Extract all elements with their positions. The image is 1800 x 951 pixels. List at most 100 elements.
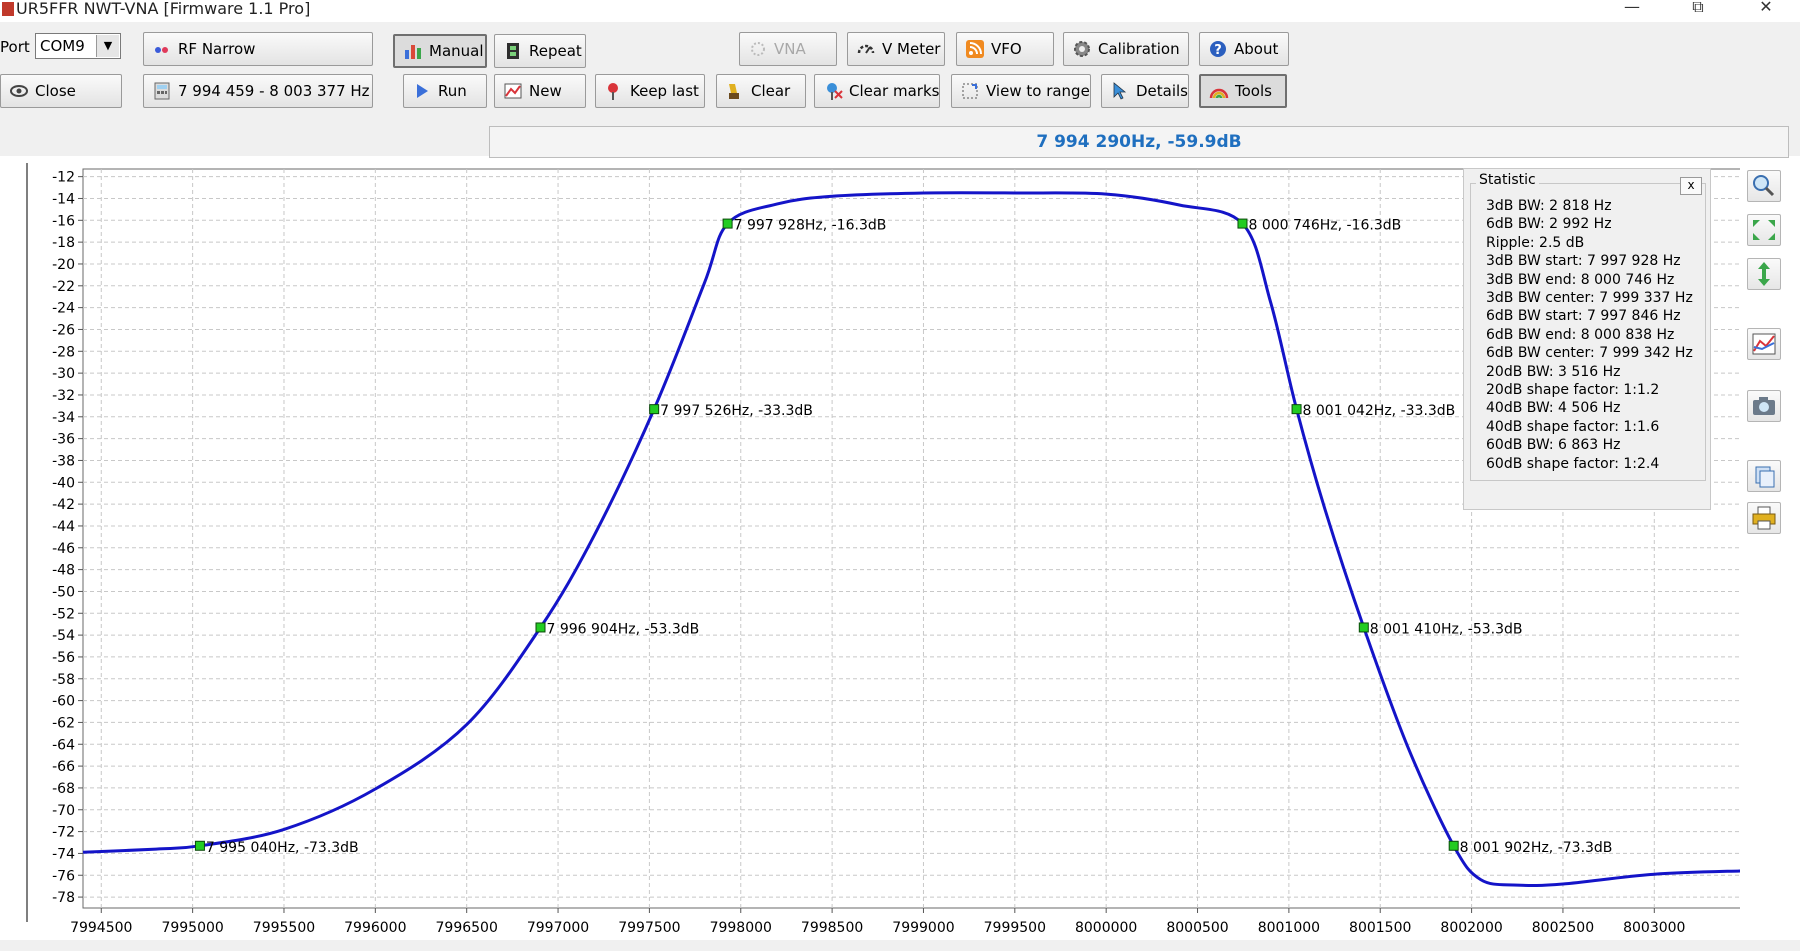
zoom-button[interactable] [1747, 170, 1781, 202]
x-tick-label: 7996500 [436, 920, 498, 936]
cursor-details-icon [1110, 81, 1130, 101]
repeat-button[interactable]: Repeat [494, 34, 586, 68]
y-tick-label: -58 [52, 672, 75, 688]
run-button[interactable]: Run [403, 74, 487, 108]
y-tick-label: -38 [52, 453, 75, 469]
y-tick-label: -18 [52, 235, 75, 251]
y-tick-label: -32 [52, 388, 75, 404]
calibration-button[interactable]: Calibration [1063, 32, 1189, 66]
camera-icon [1753, 397, 1775, 415]
new-button[interactable]: New [494, 74, 586, 108]
marker-point[interactable] [194, 840, 205, 851]
x-tick-label: 7997500 [618, 920, 680, 936]
manual-button[interactable]: Manual [393, 34, 487, 68]
minimize-button[interactable]: — [1612, 0, 1652, 20]
print-button[interactable] [1747, 502, 1781, 534]
x-tick-label: 7995000 [161, 920, 223, 936]
fit-button[interactable] [1747, 214, 1781, 246]
y-tick-label: -28 [52, 344, 75, 360]
zoom-icon [1753, 175, 1775, 197]
vna-icon [748, 39, 768, 59]
rf-mode-button[interactable]: RF Narrow [143, 32, 373, 66]
x-tick-label: 7999000 [892, 920, 954, 936]
svg-text:?: ? [1214, 43, 1222, 58]
manual-label: Manual [429, 42, 484, 60]
vna-button[interactable]: VNA [739, 32, 837, 66]
x-tick-label: 7994500 [70, 920, 132, 936]
marker-point[interactable] [649, 404, 660, 415]
title-bar: UR5FFR NWT-VNA [Firmware 1.1 Pro] — ⧉ ✕ [0, 0, 1800, 22]
close-port-button[interactable]: Close [0, 74, 122, 108]
y-tick-label: -50 [52, 584, 75, 600]
statistic-line: 60dB shape factor: 1:2.4 [1486, 455, 1660, 472]
marker-point[interactable] [1358, 622, 1369, 633]
statistic-line: 6dB BW start: 7 997 846 Hz [1486, 308, 1681, 325]
view-to-range-button[interactable]: View to range [951, 74, 1091, 108]
clear-button[interactable]: Clear [716, 74, 806, 108]
vmeter-label: V Meter [882, 40, 941, 58]
y-tick-label: -62 [52, 715, 75, 731]
x-tick-label: 8002500 [1532, 920, 1594, 936]
marker-point[interactable] [1291, 404, 1302, 415]
view-to-range-label: View to range [986, 82, 1090, 100]
y-tick-label: -42 [52, 497, 75, 513]
status-bar [0, 940, 1800, 951]
port-select[interactable]: COM9 ▼ [35, 33, 121, 59]
vna-label: VNA [774, 40, 806, 58]
about-label: About [1234, 40, 1279, 58]
vfo-button[interactable]: VFO [956, 32, 1054, 66]
statistic-line: 6dB BW center: 7 999 342 Hz [1486, 345, 1693, 362]
marker-label: 7 996 904Hz, -53.3dB [547, 621, 700, 637]
copy-button[interactable] [1747, 460, 1781, 492]
statistic-close-button[interactable]: x [1680, 177, 1702, 195]
about-button[interactable]: ? About [1199, 32, 1289, 66]
tools-button[interactable]: Tools [1199, 74, 1287, 108]
x-tick-label: 8001500 [1349, 920, 1411, 936]
film-icon [503, 41, 523, 61]
statistic-title: Statistic [1476, 172, 1539, 188]
marker-point[interactable] [1448, 840, 1459, 851]
x-tick-label: 8000500 [1166, 920, 1228, 936]
y-tick-label: -56 [52, 650, 75, 666]
marker-label: 8 001 042Hz, -33.3dB [1303, 403, 1456, 419]
statistic-line: 3dB BW center: 7 999 337 Hz [1486, 290, 1693, 307]
y-tick-label: -76 [52, 868, 75, 884]
keep-last-button[interactable]: Keep last [595, 74, 705, 108]
marker-point[interactable] [535, 622, 546, 633]
x-tick-label: 7998500 [801, 920, 863, 936]
y-tick-label: -70 [52, 803, 75, 819]
y-tick-label: -72 [52, 825, 75, 841]
marker-point[interactable] [1237, 218, 1248, 229]
x-tick-label: 7995500 [253, 920, 315, 936]
vertical-scale-button[interactable] [1747, 258, 1781, 290]
chart-options-button[interactable] [1747, 328, 1781, 360]
y-tick-label: -34 [52, 410, 75, 426]
x-tick-label: 8000000 [1075, 920, 1137, 936]
marker-label: 7 995 040Hz, -73.3dB [206, 840, 359, 856]
pin-icon [604, 81, 624, 101]
x-tick-label: 8003000 [1623, 920, 1685, 936]
snapshot-button[interactable] [1747, 390, 1781, 422]
details-button[interactable]: Details [1101, 74, 1189, 108]
rf-dots-icon [152, 39, 172, 59]
clear-marks-icon [823, 81, 843, 101]
cursor-readout: 7 994 290Hz, -59.9dB [489, 126, 1789, 158]
clear-marks-label: Clear marks [849, 82, 940, 100]
close-window-button[interactable]: ✕ [1746, 0, 1786, 20]
clear-marks-button[interactable]: Clear marks [814, 74, 940, 108]
help-icon: ? [1208, 39, 1228, 59]
gear-icon [1072, 39, 1092, 59]
expand-range-icon [960, 81, 980, 101]
statistic-list: 3dB BW: 2 818 Hz 6dB BW: 2 992 Hz Ripple: … [1486, 197, 1693, 473]
app-icon [2, 2, 14, 16]
marker-label: 8 001 902Hz, -73.3dB [1460, 840, 1613, 856]
statistic-line: 3dB BW start: 7 997 928 Hz [1486, 253, 1681, 270]
rss-icon [965, 39, 985, 59]
marker-point[interactable] [722, 218, 733, 229]
calculator-icon [152, 81, 172, 101]
sweep-range-button[interactable]: 7 994 459 - 8 003 377 Hz [143, 74, 373, 108]
vmeter-button[interactable]: V Meter [847, 32, 945, 66]
chevron-down-icon[interactable]: ▼ [96, 35, 119, 57]
maximize-button[interactable]: ⧉ [1678, 0, 1718, 20]
brush-icon [725, 81, 745, 101]
